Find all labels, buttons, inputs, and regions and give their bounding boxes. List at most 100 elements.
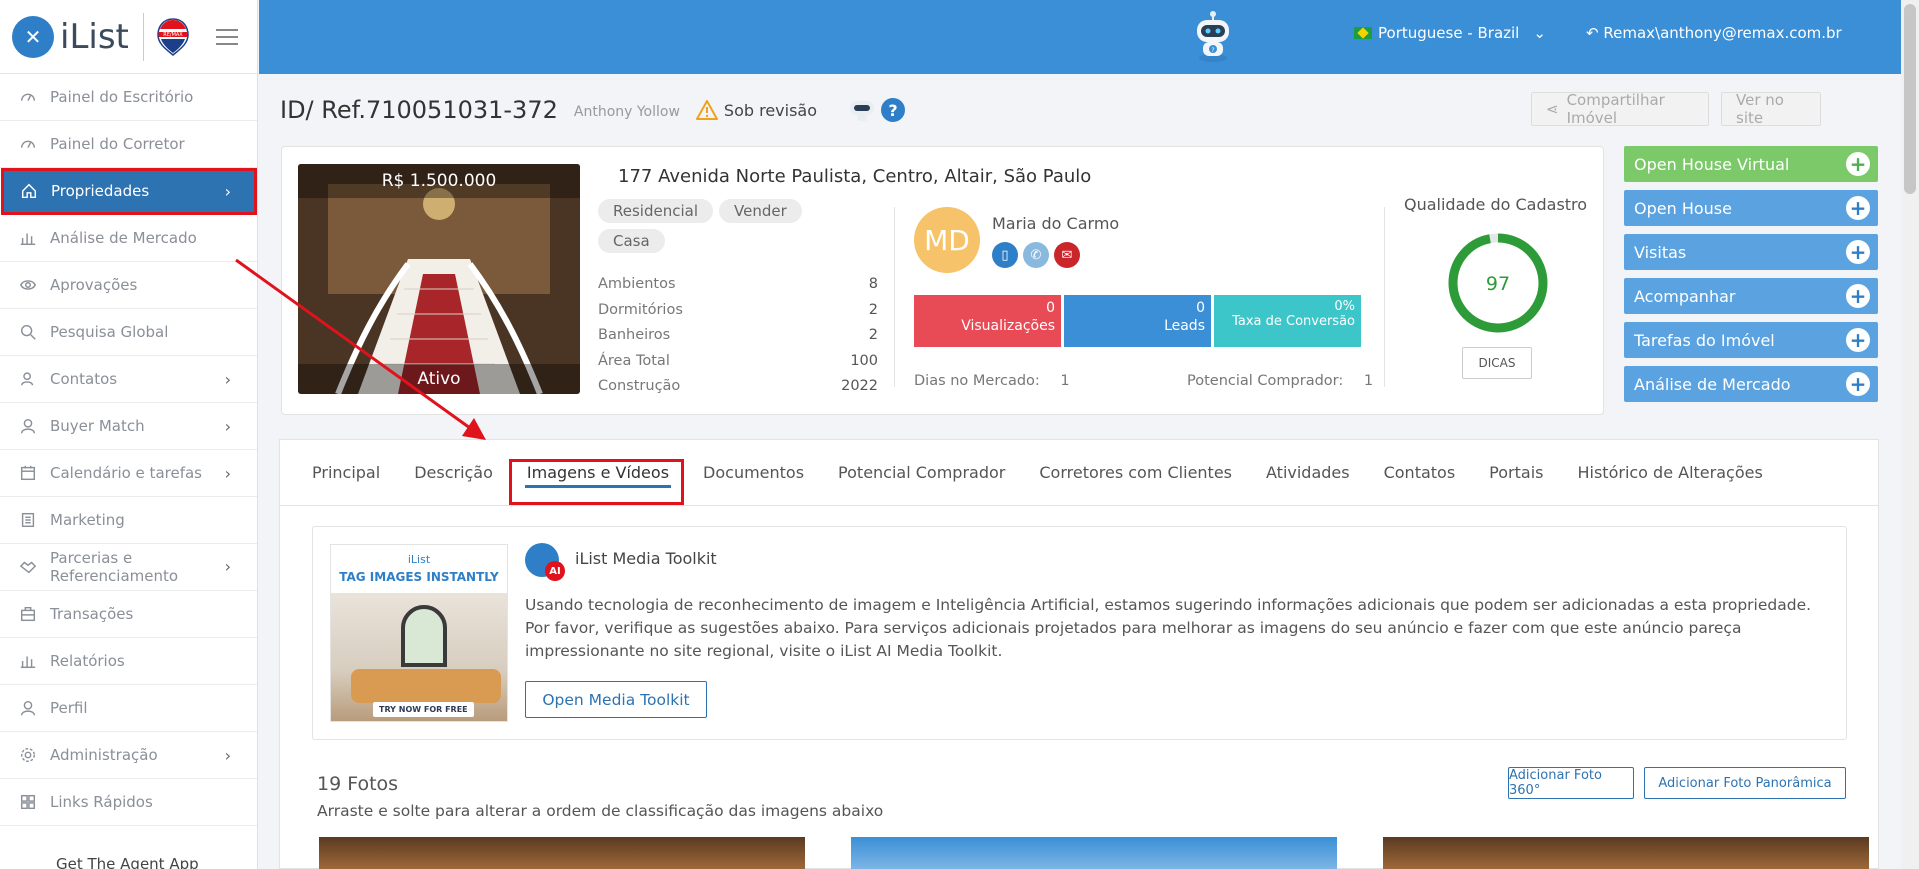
action-label: Tarefas do Imóvel xyxy=(1634,330,1775,350)
property-id: ID/ Ref.710051031-372 xyxy=(280,96,558,124)
plus-icon[interactable]: + xyxy=(1846,372,1870,396)
tab-contatos[interactable]: Contatos xyxy=(1384,463,1456,482)
tab-documentos[interactable]: Documentos xyxy=(703,463,804,482)
tab-principal[interactable]: Principal xyxy=(312,463,380,482)
promo-brand: iList xyxy=(407,553,431,566)
plus-icon[interactable]: + xyxy=(1846,328,1870,352)
sidebar-item-links-rapidos[interactable]: Links Rápidos xyxy=(0,779,257,826)
toolkit-promo-image[interactable]: iList TAG IMAGES INSTANTLY TRY NOW FOR F… xyxy=(330,544,508,722)
sidebar-item-aprovacoes[interactable]: Aprovações xyxy=(0,262,257,309)
action-open-house-virtual[interactable]: Open House Virtual + xyxy=(1624,146,1878,182)
ilist-logo-icon[interactable]: ✕ xyxy=(12,15,54,58)
sidebar-item-label: Marketing xyxy=(50,511,125,529)
plus-icon[interactable]: + xyxy=(1846,240,1870,264)
divider xyxy=(894,207,895,387)
price-label: R$ 1.500.000 xyxy=(298,164,580,198)
sidebar-item-pesquisa-global[interactable]: Pesquisa Global xyxy=(0,309,257,356)
stat-label: Banheiros xyxy=(598,327,671,344)
page-scrollbar[interactable] xyxy=(1901,0,1919,869)
user-account[interactable]: ↶ Remax\anthony@remax.com.br xyxy=(1586,24,1842,42)
robot-assistant-icon[interactable]: ? xyxy=(1187,10,1239,66)
property-photo[interactable]: R$ 1.500.000 Ativo xyxy=(298,164,580,394)
plus-icon[interactable]: + xyxy=(1846,152,1870,176)
metric-label: Taxa de Conversão xyxy=(1232,314,1355,329)
status-label: Sob revisão xyxy=(723,100,818,120)
add-360-photo-button[interactable]: Adicionar Foto 360° xyxy=(1508,767,1634,799)
view-on-site-button[interactable]: Ver no site xyxy=(1721,91,1821,127)
share-property-button[interactable]: ⋖ Compartilhar Imóvel xyxy=(1531,91,1709,127)
tab-corretores-com-clientes[interactable]: Corretores com Clientes xyxy=(1039,463,1232,482)
sidebar-item-contatos[interactable]: Contatos › xyxy=(0,356,257,403)
quality-score: 97 xyxy=(1486,273,1510,295)
sidebar-item-painel-do-escritorio[interactable]: Painel do Escritório xyxy=(0,74,257,121)
open-media-toolkit-button[interactable]: Open Media Toolkit xyxy=(525,681,707,718)
sidebar-item-administracao[interactable]: Administração › xyxy=(0,732,257,779)
tab-potencial-comprador[interactable]: Potencial Comprador xyxy=(838,463,1005,482)
ilist-logo-text[interactable]: iList xyxy=(60,17,129,57)
sidebar-item-relatorios[interactable]: Relatórios xyxy=(0,638,257,685)
language-selector[interactable]: Portuguese - Brazil ⌄ xyxy=(1354,24,1546,42)
email-icon[interactable]: ✉ xyxy=(1054,242,1080,268)
action-label: Open House Virtual xyxy=(1634,154,1790,174)
days-label: Dias no Mercado: xyxy=(914,373,1040,389)
stat-label: Área Total xyxy=(598,352,670,369)
get-agent-app-link[interactable]: Get The Agent App xyxy=(56,855,199,869)
sidebar-item-painel-do-corretor[interactable]: Painel do Corretor xyxy=(0,121,257,168)
action-label: Open House xyxy=(1634,198,1732,218)
sidebar-item-analise-de-mercado[interactable]: Análise de Mercado xyxy=(0,215,257,262)
mirror-shape xyxy=(401,605,447,667)
sidebar-item-perfil[interactable]: Perfil xyxy=(0,685,257,732)
action-visitas[interactable]: Visitas + xyxy=(1624,234,1878,270)
action-analise-de-mercado[interactable]: Análise de Mercado + xyxy=(1624,366,1878,402)
home-icon xyxy=(19,181,39,201)
warning-icon xyxy=(695,100,718,120)
tab-historico-de-alteracoes[interactable]: Histórico de Alterações xyxy=(1577,463,1762,482)
action-label: Acompanhar xyxy=(1634,286,1736,306)
phone-icon[interactable]: ✆ xyxy=(1023,242,1049,268)
sidebar-item-label: Aprovações xyxy=(50,276,138,294)
property-address: 177 Avenida Norte Paulista, Centro, Alta… xyxy=(618,166,1092,187)
bar-chart-icon xyxy=(18,228,38,248)
sidebar-item-marketing[interactable]: Marketing xyxy=(0,497,257,544)
add-panoramic-photo-button[interactable]: Adicionar Foto Panorâmica xyxy=(1644,767,1846,799)
photo-thumbnail[interactable] xyxy=(851,837,1337,869)
action-label: Análise de Mercado xyxy=(1634,374,1791,394)
tab-atividades[interactable]: Atividades xyxy=(1266,463,1350,482)
action-acompanhar[interactable]: Acompanhar + xyxy=(1624,278,1878,314)
photos-count: 19 Fotos xyxy=(317,773,399,795)
sidebar-item-calendario-e-tarefas[interactable]: Calendário e tarefas › xyxy=(0,450,257,497)
plus-icon[interactable]: + xyxy=(1846,196,1870,220)
logo-divider xyxy=(142,12,144,61)
days-value: 1 xyxy=(1060,373,1070,389)
listing-agent-name: Anthony Yollow xyxy=(573,104,680,120)
scrollbar-thumb[interactable] xyxy=(1904,4,1916,194)
plus-icon[interactable]: + xyxy=(1846,284,1870,308)
agent-name[interactable]: Maria do Carmo xyxy=(992,214,1119,233)
sidebar-item-transacoes[interactable]: Transações xyxy=(0,591,257,638)
action-tarefas-do-imovel[interactable]: Tarefas do Imóvel + xyxy=(1624,322,1878,358)
photos-instructions: Arraste e solte para alterar a ordem de … xyxy=(317,802,884,820)
avatar[interactable]: MD xyxy=(914,207,980,273)
sidebar-item-buyer-match[interactable]: Buyer Match › xyxy=(0,403,257,450)
promo-tagline: TAG IMAGES INSTANTLY xyxy=(339,570,499,584)
sidebar-item-label: Calendário e tarefas xyxy=(50,464,202,482)
sidebar-item-propriedades[interactable]: Propriedades › xyxy=(1,168,257,215)
mobile-phone-icon[interactable]: ▯ xyxy=(992,242,1018,268)
tab-portais[interactable]: Portais xyxy=(1489,463,1543,482)
tips-button[interactable]: DICAS xyxy=(1462,347,1532,379)
help-question-icon[interactable]: ? xyxy=(881,98,906,122)
photo-thumbnail[interactable] xyxy=(319,837,805,869)
photo-thumbnail[interactable] xyxy=(1383,837,1869,869)
chip-casa: Casa xyxy=(598,229,665,253)
property-summary-card: R$ 1.500.000 Ativo 177 Avenida Norte Pau… xyxy=(281,146,1604,415)
action-open-house[interactable]: Open House + xyxy=(1624,190,1878,226)
property-stats: Ambientos 8 Dormitórios 2 Banheiros 2 Área … xyxy=(598,276,878,404)
sidebar-item-label: Links Rápidos xyxy=(50,793,153,811)
stat-row: Banheiros 2 xyxy=(598,327,878,353)
robot-help-icon[interactable] xyxy=(847,97,877,123)
stat-value: 8 xyxy=(868,276,878,292)
sidebar-item-parcerias-e-referenciamento[interactable]: Parcerias e Referenciamento › xyxy=(0,544,257,591)
hamburger-menu-icon[interactable] xyxy=(215,28,238,45)
metric-label: Leads xyxy=(1164,318,1205,334)
tab-descricao[interactable]: Descrição xyxy=(414,463,493,482)
